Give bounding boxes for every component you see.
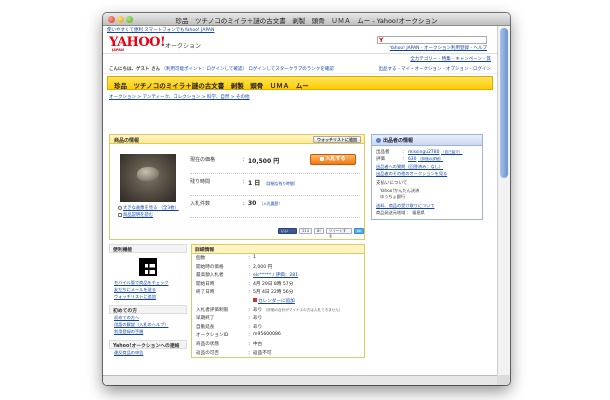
beginners-heading: 初めての方: [109, 305, 187, 314]
seller-id-link[interactable]: missingu2780: [408, 150, 440, 155]
listing-title: 珍品 ツチノコのミイラ＋謎の古文書 剥製 頭骨 ＵＭＡ ムー: [107, 76, 493, 90]
bid-count: 30: [248, 200, 257, 207]
detail-row: オークションID： m95600086: [196, 332, 281, 339]
detail-row: 個数： 1: [196, 255, 256, 261]
search-input[interactable]: Y: [377, 36, 487, 44]
header-links: Yahoo! JAPAN - オークション利用登録 - ヘルプ: [390, 45, 487, 51]
add-watchlist-link[interactable]: ウォッチリストに追加: [109, 293, 187, 300]
tweet-button[interactable]: ツイートする: [325, 228, 352, 238]
top-bidder-link[interactable]: elc***** / 評価：281: [253, 273, 298, 278]
title-bar: 珍品 ツチノコのミイラ＋謎の古文書 剥製 頭骨 ＵＭＡ ムー - Yahoo!オ…: [103, 13, 510, 26]
twitter-icon[interactable]: tw: [353, 228, 364, 234]
detail-row: 開始日時： 4月 29日 8時 57分: [196, 281, 294, 287]
price-row: 現在の価格 ： 10,500 円 入札する: [190, 152, 360, 174]
read-description-link[interactable]: 商品説明を読む: [118, 212, 153, 218]
user-greeting: こんにちは、ゲスト さん （利用可能ポイント：ログインして確認） ログインしてス…: [109, 67, 334, 72]
self-intro-link[interactable]: （自己紹介）: [441, 150, 463, 154]
vertical-scrollbar[interactable]: [497, 26, 510, 375]
calendar-icon: [253, 298, 257, 303]
breadcrumb-links[interactable]: オークション > アンティーク、コレクション > 科学、自然 > その他: [109, 95, 250, 100]
time-left: 1 日: [248, 180, 261, 187]
detail-row: 最高額入札者： elc***** / 評価：281: [196, 273, 299, 279]
share-buttons: いいね！ 214 B! ツイートする tw: [278, 228, 364, 238]
payment-heading: 支払いについて: [376, 181, 408, 186]
category-nav: 全カテゴリー - 特集 - キャンペーン - 質: [103, 54, 497, 64]
item-info-heading: 商品の情報 ウォッチリストに追加: [109, 134, 365, 144]
resize-handle[interactable]: [497, 375, 510, 385]
utility-heading: 便利機能: [109, 244, 187, 253]
glossary-link[interactable]: 用語の解説（入札のヘルプ）: [109, 321, 187, 328]
detail-row: 入札者評価制限：あり （評価の合計がマイナスの方は入札できません）: [196, 307, 343, 313]
magnifier-icon: [118, 205, 122, 210]
details-heading: 詳細情報: [192, 245, 364, 254]
detail-row: カレンダーに追加: [192, 297, 364, 306]
rating-link[interactable]: 630: [408, 157, 417, 162]
hatena-bookmark-button[interactable]: B!: [313, 228, 324, 234]
service-name: オークション: [165, 43, 202, 50]
detail-row: 早期終了：あり: [196, 316, 263, 322]
watchlist-button[interactable]: ウォッチリストに追加: [313, 136, 361, 143]
star-club-link[interactable]: ログインしてスタークラブのランクを確認: [248, 67, 333, 72]
time-detail-link[interactable]: （詳細な残り時間）: [263, 181, 297, 186]
detail-row: 商品の状態：中古: [196, 341, 263, 347]
category-nav-links[interactable]: 全カテゴリー - 特集 - キャンペーン - 質: [410, 57, 491, 62]
breadcrumb: オークション > アンティーク、コレクション > 科学、自然 > その他: [103, 92, 497, 102]
ship-origin: 商品発送元地域 ： 福島県: [376, 210, 425, 215]
item-photo[interactable]: [120, 154, 176, 202]
payment-method: ゆうちょ銀行: [380, 194, 406, 199]
window-title: 珍品 ツチノコのミイラ＋謎の古文書 剥製 頭骨 ＵＭＡ ムー - Yahoo!オ…: [175, 17, 438, 25]
user-menu-links[interactable]: 出品する - マイ・オークション - オプション - ログイン: [379, 66, 491, 72]
qr-code: [139, 258, 157, 276]
price-rows: 現在の価格 ： 10,500 円 入札する 残り時間 ： 1 日（詳細な残り時間…: [190, 152, 360, 218]
seller-rating-row: 評価： 630 （評価の詳細）: [376, 157, 444, 162]
seller-other-auctions-link[interactable]: 出品者のその他のオークションを見る: [376, 171, 447, 176]
rating-detail-link[interactable]: （評価の詳細）: [418, 157, 443, 161]
ask-seller-link[interactable]: 出品者への質問（回答済み：なし）: [376, 164, 443, 169]
detail-row: 終了日時： 5月 4日 22時 56分: [196, 290, 294, 296]
report-violation-link[interactable]: 違反商品の申告: [109, 349, 187, 356]
item-info-body: 大きな画像を見る （全3枚） 商品説明を読む 現在の価格 ： 10,500 円 …: [109, 144, 365, 240]
add-to-calendar-link[interactable]: カレンダーに追加: [258, 299, 295, 304]
details-panel: 詳細情報 個数： 1 開始時の価格： 2,000 円 最高額入札者： elc*****…: [191, 244, 365, 359]
email-friend-link[interactable]: 友だちにメールを送る: [109, 286, 187, 293]
detail-row: 返品の可否：返品不可: [196, 350, 272, 356]
like-count: 214: [299, 228, 312, 234]
seller-id-row: 出品者： missingu2780 （自己紹介）: [376, 150, 463, 155]
browser-window: 珍品 ツチノコのミイラ＋謎の古文書 剥製 頭骨 ＵＭＡ ムー - Yahoo!オ…: [103, 13, 510, 385]
shipping-link[interactable]: 送料、商品の受け取りについて: [376, 203, 435, 208]
utility-panel: 便利機能 モバイル版で商品をチェック 友だちにメールを送る ウォッチリストに追加…: [109, 244, 187, 356]
time-left-row: 残り時間 ： 1 日（詳細な残り時間）: [190, 174, 360, 196]
web-page: 使いやすくて便利 スマートフォンでもYahoo! JAPAN YAHOO! JA…: [103, 26, 497, 375]
detail-row: 開始時の価格： 2,000 円: [196, 264, 273, 270]
specimen-image: [137, 167, 159, 181]
seller-panel: 出品者の情報 出品者： missingu2780 （自己紹介） 評価： 630 …: [371, 134, 483, 220]
view-large-image-link[interactable]: 大きな画像を見る （全3枚）: [118, 205, 179, 211]
points-link[interactable]: （利用可能ポイント：ログインして確認）: [162, 67, 247, 72]
detail-row: 自動延長：あり: [196, 324, 263, 330]
beginners-link[interactable]: 初めての方へ: [109, 314, 187, 321]
document-icon: [118, 212, 122, 217]
scroll-thumb[interactable]: [500, 28, 508, 178]
mobile-check-link[interactable]: モバイル版で商品をチェック: [109, 279, 187, 286]
hammer-icon: [320, 156, 325, 161]
smartphone-link[interactable]: 使いやすくて便利 スマートフォンでもYahoo! JAPAN: [107, 27, 214, 34]
site-header: YAHOO! JAPAN オークション Y Yahoo! JAPAN - オーク…: [103, 35, 497, 54]
person-icon: [376, 137, 381, 143]
item-info-panel: 商品の情報 ウォッチリストに追加 大きな画像を見る （全3枚） 商品説明を読む …: [109, 134, 365, 240]
contact-heading: Yahoo!オークションへの連絡: [109, 340, 187, 349]
facebook-like-button[interactable]: いいね！: [278, 228, 298, 238]
bid-history-link[interactable]: （入札履歴）: [259, 201, 282, 206]
bid-button[interactable]: 入札する: [310, 154, 356, 165]
yahoo-search-icon: Y: [379, 37, 384, 44]
logo-sub: JAPAN: [112, 48, 124, 52]
registration-link[interactable]: 利用登録の手順: [109, 328, 187, 335]
top-notice: 使いやすくて便利 スマートフォンでもYahoo! JAPAN: [103, 26, 497, 35]
user-bar: こんにちは、ゲスト さん （利用可能ポイント：ログインして確認） ログインしてス…: [103, 64, 497, 74]
bid-count-row: 入札件数 ： 30 （入札履歴）: [190, 196, 360, 218]
seller-heading: 出品者の情報: [372, 135, 482, 146]
header-links-text[interactable]: Yahoo! JAPAN - オークション利用登録 - ヘルプ: [390, 46, 487, 51]
horizontal-scrollbar[interactable]: [103, 375, 497, 385]
current-price: 10,500 円: [248, 158, 280, 165]
